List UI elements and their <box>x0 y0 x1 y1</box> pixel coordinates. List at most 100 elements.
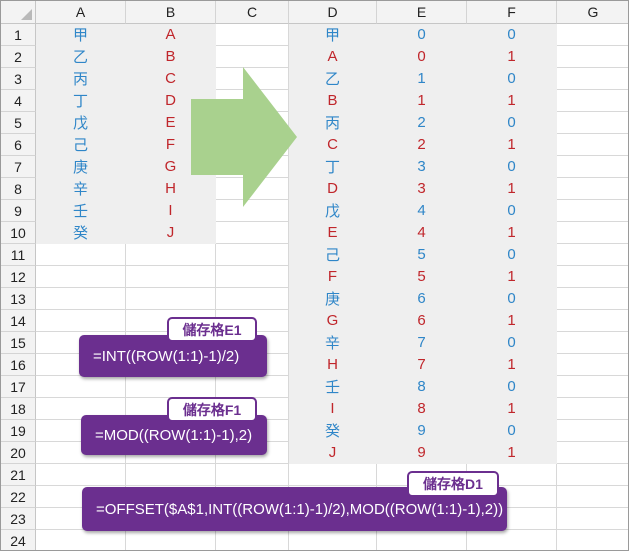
row-header-14[interactable]: 14 <box>1 310 36 332</box>
cell-a10[interactable]: 癸 <box>36 222 126 244</box>
cell-e11[interactable]: 5 <box>377 244 467 266</box>
cell-g5[interactable] <box>557 112 628 134</box>
cell-d24[interactable] <box>289 530 377 550</box>
cell-a5[interactable]: 戊 <box>36 112 126 134</box>
cell-f6[interactable]: 1 <box>467 134 557 156</box>
cell-g7[interactable] <box>557 156 628 178</box>
cell-g21[interactable] <box>557 464 628 486</box>
cell-f11[interactable]: 0 <box>467 244 557 266</box>
cell-c11[interactable] <box>216 244 289 266</box>
row-header-12[interactable]: 12 <box>1 266 36 288</box>
cell-b17[interactable] <box>126 376 216 398</box>
cell-b2[interactable]: B <box>126 46 216 68</box>
cell-f7[interactable]: 0 <box>467 156 557 178</box>
row-header-22[interactable]: 22 <box>1 486 36 508</box>
cell-g13[interactable] <box>557 288 628 310</box>
cell-d16[interactable]: H <box>289 354 377 376</box>
cell-e1[interactable]: 0 <box>377 24 467 46</box>
cell-f5[interactable]: 0 <box>467 112 557 134</box>
row-header-6[interactable]: 6 <box>1 134 36 156</box>
cell-a2[interactable]: 乙 <box>36 46 126 68</box>
cell-a9[interactable]: 壬 <box>36 200 126 222</box>
row-header-8[interactable]: 8 <box>1 178 36 200</box>
spreadsheet-grid[interactable]: ABCDEFG 1 2 3 4 5 6 7 8 9 10 11 12 13 14 15 16 17 18 19 20 2… <box>0 0 629 551</box>
cell-e13[interactable]: 6 <box>377 288 467 310</box>
row-header-11[interactable]: 11 <box>1 244 36 266</box>
row-header-16[interactable]: 16 <box>1 354 36 376</box>
cell-g24[interactable] <box>557 530 628 550</box>
cell-g12[interactable] <box>557 266 628 288</box>
cell-b13[interactable] <box>126 288 216 310</box>
cell-e17[interactable]: 8 <box>377 376 467 398</box>
cell-g6[interactable] <box>557 134 628 156</box>
cell-g15[interactable] <box>557 332 628 354</box>
row-header-3[interactable]: 3 <box>1 68 36 90</box>
cell-d9[interactable]: 戊 <box>289 200 377 222</box>
cell-g19[interactable] <box>557 420 628 442</box>
cell-d21[interactable] <box>289 464 377 486</box>
cell-d19[interactable]: 癸 <box>289 420 377 442</box>
cell-f20[interactable]: 1 <box>467 442 557 464</box>
row-header-1[interactable]: 1 <box>1 24 36 46</box>
cell-e7[interactable]: 3 <box>377 156 467 178</box>
cell-a8[interactable]: 辛 <box>36 178 126 200</box>
cell-e15[interactable]: 7 <box>377 332 467 354</box>
cell-g2[interactable] <box>557 46 628 68</box>
column-header-d[interactable]: D <box>289 1 377 24</box>
cell-e12[interactable]: 5 <box>377 266 467 288</box>
row-header-18[interactable]: 18 <box>1 398 36 420</box>
cell-c12[interactable] <box>216 266 289 288</box>
cell-e5[interactable]: 2 <box>377 112 467 134</box>
row-header-9[interactable]: 9 <box>1 200 36 222</box>
cell-e8[interactable]: 3 <box>377 178 467 200</box>
cell-f8[interactable]: 1 <box>467 178 557 200</box>
row-header-2[interactable]: 2 <box>1 46 36 68</box>
cell-e14[interactable]: 6 <box>377 310 467 332</box>
cell-g17[interactable] <box>557 376 628 398</box>
cell-f17[interactable]: 0 <box>467 376 557 398</box>
cell-d17[interactable]: 壬 <box>289 376 377 398</box>
cell-d5[interactable]: 丙 <box>289 112 377 134</box>
cell-d3[interactable]: 乙 <box>289 68 377 90</box>
cell-g1[interactable] <box>557 24 628 46</box>
cell-c10[interactable] <box>216 222 289 244</box>
cell-d4[interactable]: B <box>289 90 377 112</box>
cell-e9[interactable]: 4 <box>377 200 467 222</box>
cell-e24[interactable] <box>377 530 467 550</box>
cell-a3[interactable]: 丙 <box>36 68 126 90</box>
cell-f13[interactable]: 0 <box>467 288 557 310</box>
cell-f3[interactable]: 0 <box>467 68 557 90</box>
cell-a1[interactable]: 甲 <box>36 24 126 46</box>
cell-e4[interactable]: 1 <box>377 90 467 112</box>
cell-b12[interactable] <box>126 266 216 288</box>
cell-a12[interactable] <box>36 266 126 288</box>
cell-d2[interactable]: A <box>289 46 377 68</box>
cell-f24[interactable] <box>467 530 557 550</box>
cell-f9[interactable]: 0 <box>467 200 557 222</box>
cell-e2[interactable]: 0 <box>377 46 467 68</box>
cell-g3[interactable] <box>557 68 628 90</box>
cell-a21[interactable] <box>36 464 126 486</box>
cell-a14[interactable] <box>36 310 126 332</box>
row-header-21[interactable]: 21 <box>1 464 36 486</box>
row-header-19[interactable]: 19 <box>1 420 36 442</box>
cell-d10[interactable]: E <box>289 222 377 244</box>
cell-b10[interactable]: J <box>126 222 216 244</box>
cell-d13[interactable]: 庚 <box>289 288 377 310</box>
cell-f2[interactable]: 1 <box>467 46 557 68</box>
cell-c1[interactable] <box>216 24 289 46</box>
cell-d14[interactable]: G <box>289 310 377 332</box>
column-header-e[interactable]: E <box>377 1 467 24</box>
cell-b11[interactable] <box>126 244 216 266</box>
cell-a24[interactable] <box>36 530 126 550</box>
cell-f10[interactable]: 1 <box>467 222 557 244</box>
column-header-a[interactable]: A <box>36 1 126 24</box>
cell-g22[interactable] <box>557 486 628 508</box>
cell-g20[interactable] <box>557 442 628 464</box>
cell-c24[interactable] <box>216 530 289 550</box>
row-header-5[interactable]: 5 <box>1 112 36 134</box>
cell-f16[interactable]: 1 <box>467 354 557 376</box>
cell-c17[interactable] <box>216 376 289 398</box>
cell-d11[interactable]: 己 <box>289 244 377 266</box>
cell-g23[interactable] <box>557 508 628 530</box>
